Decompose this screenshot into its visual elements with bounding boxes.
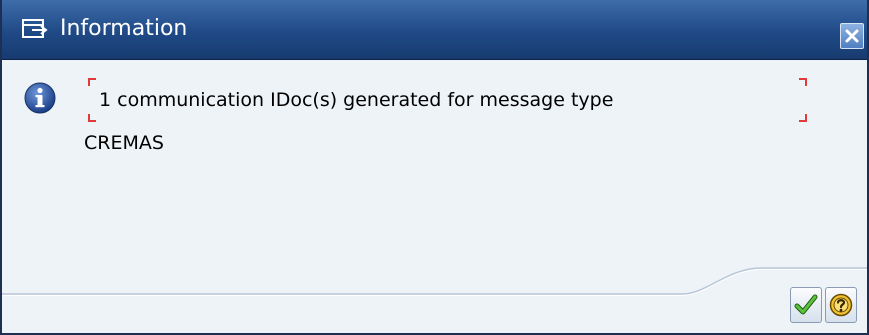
- information-dialog: Information 1 communication IDoc(s) gene…: [0, 0, 869, 335]
- message-text: 1 communication IDoc(s) generated for me…: [99, 89, 614, 111]
- footer-divider: [2, 267, 867, 296]
- focus-frame-corner: [799, 114, 807, 122]
- dialog-title: Information: [60, 16, 188, 41]
- information-icon: [24, 82, 56, 114]
- message-type-text: CREMAS: [84, 132, 164, 154]
- ok-button[interactable]: [790, 287, 822, 323]
- focus-frame-corner: [799, 78, 807, 86]
- dialog-window-icon: [22, 19, 48, 41]
- focus-frame-corner: [88, 78, 96, 86]
- help-button[interactable]: [825, 287, 857, 323]
- focus-frame-corner: [88, 114, 96, 122]
- dialog-content: 1 communication IDoc(s) generated for me…: [2, 60, 867, 333]
- close-button[interactable]: [840, 23, 864, 49]
- dialog-titlebar[interactable]: Information: [2, 0, 867, 60]
